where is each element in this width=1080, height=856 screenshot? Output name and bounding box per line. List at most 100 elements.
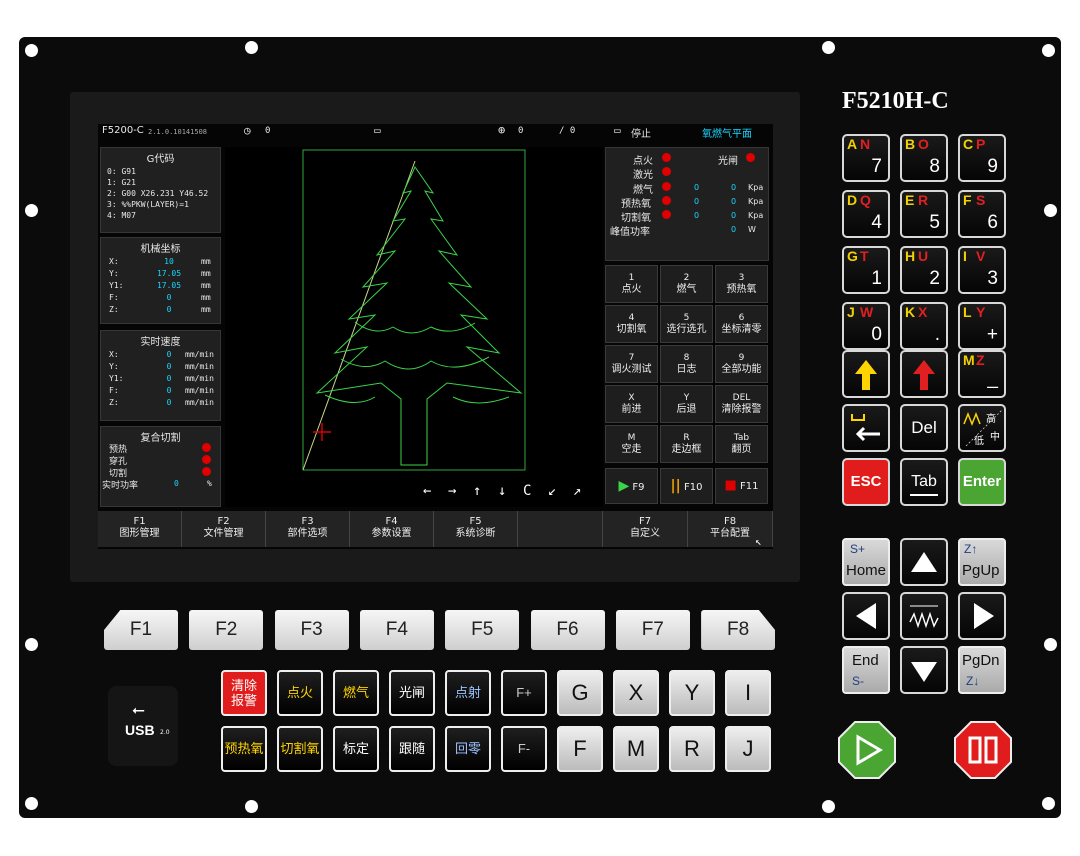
func-key-row2-10[interactable]: J bbox=[725, 726, 771, 772]
keypad-6-key[interactable]: FS6 bbox=[958, 190, 1006, 238]
soft-key-1[interactable]: 1 点火 bbox=[605, 265, 658, 303]
cycle-start-button[interactable] bbox=[838, 721, 896, 779]
soft-key-3[interactable]: 3 预热氧 bbox=[715, 265, 768, 303]
func-key-row2-2[interactable]: 切割氧 bbox=[277, 726, 323, 772]
graphic-view[interactable]: ← → ↑ ↓ C ↙ ↗ bbox=[225, 147, 603, 507]
right-arrow-key[interactable] bbox=[958, 592, 1006, 640]
hard-f2-key[interactable]: F2 bbox=[189, 610, 264, 650]
tab-key[interactable]: Tab bbox=[900, 458, 948, 506]
keypad-.-key[interactable]: KX. bbox=[900, 302, 948, 350]
func-key-row2-6[interactable]: F- bbox=[501, 726, 547, 772]
f9-start-button[interactable]: ▶ F9 bbox=[605, 468, 658, 504]
keypad-1-key[interactable]: GT1 bbox=[842, 246, 890, 294]
hard-f3-key[interactable]: F3 bbox=[274, 610, 349, 650]
zoom-in-icon[interactable]: ↙ bbox=[548, 483, 556, 499]
softbar-empty[interactable] bbox=[518, 511, 603, 547]
soft-key-7[interactable]: 7 调火测试 bbox=[605, 345, 658, 383]
speed-gear-key[interactable]: 高 低 中 bbox=[958, 404, 1006, 452]
up-red-key[interactable] bbox=[900, 350, 948, 398]
keypad-0-key[interactable]: JW 0 bbox=[842, 302, 890, 350]
left-arrow-key[interactable] bbox=[842, 592, 890, 640]
home-key[interactable]: S+ Home bbox=[842, 538, 890, 586]
up-arrow-key[interactable] bbox=[900, 538, 948, 586]
soft-key-15[interactable]: Tab 翻页 bbox=[715, 425, 768, 463]
func-key-row1-1[interactable]: 清除 报警 bbox=[221, 670, 267, 716]
func-key-row2-4[interactable]: 跟随 bbox=[389, 726, 435, 772]
pan-down-icon[interactable]: ↓ bbox=[498, 483, 506, 499]
soft-key-4[interactable]: 4 切割氧 bbox=[605, 305, 658, 343]
mz-minus-key[interactable]: M Z _ bbox=[958, 350, 1006, 398]
func-key-row2-8[interactable]: M bbox=[613, 726, 659, 772]
axis-unit: mm bbox=[201, 305, 211, 314]
softbar-f4[interactable]: F4 参数设置 bbox=[350, 511, 434, 547]
keypad-4-key[interactable]: DQ4 bbox=[842, 190, 890, 238]
softbar-f1[interactable]: F1 图形管理 bbox=[98, 511, 182, 547]
func-key-row2-7[interactable]: F bbox=[557, 726, 603, 772]
center-icon[interactable]: C bbox=[523, 483, 531, 499]
soft-key-2[interactable]: 2 燃气 bbox=[660, 265, 713, 303]
soft-key-14[interactable]: R 走边框 bbox=[660, 425, 713, 463]
keypad-9-key[interactable]: CP9 bbox=[958, 134, 1006, 182]
softbar-f5[interactable]: F5 系统诊断 bbox=[434, 511, 518, 547]
func-key-row1-9[interactable]: Y bbox=[669, 670, 715, 716]
func-key-row1-10[interactable]: I bbox=[725, 670, 771, 716]
func-key-row1-6[interactable]: F+ bbox=[501, 670, 547, 716]
up-yellow-key[interactable] bbox=[842, 350, 890, 398]
down-arrow-key[interactable] bbox=[900, 646, 948, 694]
func-key-row2-5[interactable]: 回零 bbox=[445, 726, 491, 772]
func-key-row1-5[interactable]: 点射 bbox=[445, 670, 491, 716]
esc-key[interactable]: ESC bbox=[842, 458, 890, 506]
soft-key-number: Y bbox=[683, 393, 690, 403]
axis-label: Y: bbox=[109, 362, 119, 371]
func-key-row1-7[interactable]: G bbox=[557, 670, 603, 716]
pan-right-icon[interactable]: → bbox=[448, 483, 456, 499]
backspace-key[interactable] bbox=[842, 404, 890, 452]
softbar-f7[interactable]: F7 自定义 bbox=[603, 511, 688, 547]
pan-up-icon[interactable]: ↑ bbox=[473, 483, 481, 499]
hard-f6-key[interactable]: F6 bbox=[530, 610, 605, 650]
hard-f7-key[interactable]: F7 bbox=[615, 610, 690, 650]
soft-key-10[interactable]: X 前进 bbox=[605, 385, 658, 423]
func-key-row2-9[interactable]: R bbox=[669, 726, 715, 772]
func-key-row1-2[interactable]: 点火 bbox=[277, 670, 323, 716]
func-key-row2-1[interactable]: 预热氧 bbox=[221, 726, 267, 772]
cycle-stop-button[interactable] bbox=[954, 721, 1012, 779]
keypad-8-key[interactable]: BO8 bbox=[900, 134, 948, 182]
ignite-indicator bbox=[662, 153, 671, 162]
ignite-status-label: 点火 bbox=[633, 156, 653, 167]
end-key[interactable]: End S- bbox=[842, 646, 890, 694]
pan-left-icon[interactable]: ← bbox=[423, 483, 431, 499]
del-key[interactable]: Del bbox=[900, 404, 948, 452]
soft-key-6[interactable]: 6 坐标清零 bbox=[715, 305, 768, 343]
torch-position-icon bbox=[313, 423, 331, 441]
softbar-label: 图形管理 bbox=[119, 528, 160, 539]
soft-key-9[interactable]: 9 全部功能 bbox=[715, 345, 768, 383]
zoom-out-icon[interactable]: ↗ bbox=[573, 483, 581, 499]
softbar-f3[interactable]: F3 部件选项 bbox=[266, 511, 350, 547]
func-key-row2-3[interactable]: 标定 bbox=[333, 726, 379, 772]
hard-f5-key[interactable]: F5 bbox=[445, 610, 520, 650]
keypad-7-key[interactable]: AN7 bbox=[842, 134, 890, 182]
f11-stop-button[interactable]: ■ F11 bbox=[715, 468, 768, 504]
keypad-+-key[interactable]: L Y + bbox=[958, 302, 1006, 350]
soft-key-11[interactable]: Y 后退 bbox=[660, 385, 713, 423]
f10-pause-button[interactable]: || F10 bbox=[660, 468, 713, 504]
soft-key-5[interactable]: 5 选行选孔 bbox=[660, 305, 713, 343]
keypad-3-key[interactable]: IV3 bbox=[958, 246, 1006, 294]
hard-f4-key[interactable]: F4 bbox=[359, 610, 434, 650]
func-key-row1-3[interactable]: 燃气 bbox=[333, 670, 379, 716]
soft-key-8[interactable]: 8 日志 bbox=[660, 345, 713, 383]
soft-key-12[interactable]: DEL 清除报警 bbox=[715, 385, 768, 423]
soft-key-13[interactable]: M 空走 bbox=[605, 425, 658, 463]
product-name: F5200-C bbox=[102, 125, 144, 136]
func-key-row1-4[interactable]: 光闸 bbox=[389, 670, 435, 716]
keypad-5-key[interactable]: ER5 bbox=[900, 190, 948, 238]
func-key-row1-8[interactable]: X bbox=[613, 670, 659, 716]
pgup-key[interactable]: Z↑ PgUp bbox=[958, 538, 1006, 586]
softbar-f2[interactable]: F2 文件管理 bbox=[182, 511, 266, 547]
keypad-2-key[interactable]: HU2 bbox=[900, 246, 948, 294]
jog-key[interactable] bbox=[900, 592, 948, 640]
pgdn-key[interactable]: PgDn Z↓ bbox=[958, 646, 1006, 694]
enter-key[interactable]: Enter bbox=[958, 458, 1006, 506]
usb-port[interactable]: ⭠ USB 2.0 bbox=[108, 686, 178, 766]
